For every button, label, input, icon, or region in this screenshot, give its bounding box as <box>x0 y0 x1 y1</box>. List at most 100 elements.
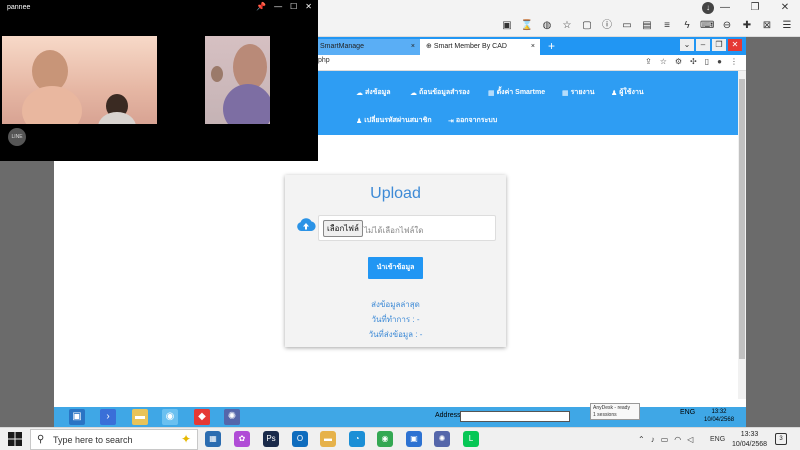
powershell-icon[interactable]: › <box>100 409 116 425</box>
close-icon[interactable]: ✕ <box>305 2 312 11</box>
puzzle-icon[interactable]: ✣ <box>690 57 697 66</box>
new-tab-button[interactable]: + <box>548 39 555 53</box>
anydesk-tooltip: AnyDesk - ready 1 sessions <box>590 403 640 420</box>
microphone-icon[interactable]: ♪ <box>651 435 655 444</box>
chrome-icon[interactable]: ◉ <box>162 409 178 425</box>
menu-icon[interactable]: ☰ <box>780 19 794 33</box>
maximize-icon[interactable]: ☐ <box>290 2 297 11</box>
extension-toolbar: ▣ ⌛ ◍ ☆ ▢ ⓘ ▭ ▤ ≡ ϟ ⌨ ⊖ ✚ ⊠ ☰ <box>500 18 794 34</box>
host-window-controls: — ❐ ✕ <box>710 0 800 16</box>
calculator-icon[interactable]: ▦ <box>205 431 221 447</box>
send-date: วันที่ส่งข้อมูล : - <box>368 330 423 339</box>
tab-label: SmartManage <box>320 43 364 50</box>
computer-icon[interactable]: ▣ <box>69 409 85 425</box>
video-feed-self <box>205 36 270 124</box>
upload-title: Upload <box>370 185 421 202</box>
database-icon[interactable]: ◍ <box>540 19 554 33</box>
chevron-up-icon[interactable]: ⌃ <box>638 435 645 444</box>
anydesk-icon[interactable]: ◆ <box>194 409 210 425</box>
close-icon[interactable]: × <box>411 39 415 55</box>
kebab-menu-icon[interactable]: ⋮ <box>730 57 738 66</box>
nav-change-member-password[interactable]: ♟ เปลี่ยนรหัสผ่านสมาชิก <box>356 115 432 126</box>
close-icon[interactable]: ✕ <box>770 0 800 16</box>
app-icon[interactable]: ✺ <box>434 431 450 447</box>
participant-body <box>223 84 270 124</box>
nav-send-data[interactable]: ☁ ส่งข้อมูล <box>356 87 391 98</box>
restore-icon[interactable]: ❐ <box>712 39 726 51</box>
close-square-icon[interactable]: ⊠ <box>760 19 774 33</box>
close-icon[interactable]: ✕ <box>728 39 742 51</box>
camera-icon[interactable]: ▣ <box>500 19 514 33</box>
windows-start-icon[interactable] <box>8 432 22 446</box>
calendar-icon: ▦ <box>488 89 495 97</box>
taskbar-search-input[interactable]: ⚲ Type here to search ✦ <box>30 429 198 450</box>
photoshop-icon[interactable]: Ps <box>263 431 279 447</box>
clock-time: 13:33 <box>740 431 759 438</box>
outlook-icon[interactable]: O <box>292 431 308 447</box>
sidebar-icon[interactable]: ▯ <box>705 57 709 66</box>
nav-reports[interactable]: ▦ รายงาน <box>562 87 595 98</box>
remote-taskbar: ▣ › ▬ ◉ ◆ ✺ Address ENG 13:32 10/04/2568 <box>54 407 746 427</box>
chevron-down-icon[interactable]: ⌄ <box>680 39 694 51</box>
folder-icon[interactable]: ▬ <box>132 409 148 425</box>
nav-restore-backup[interactable]: ☁ ถ้อนข้อมูลสำรอง <box>410 87 470 98</box>
nav-settings-smartme[interactable]: ▦ ตั้งค่า Smartme <box>488 87 545 98</box>
system-tray: ⌃ ♪ ▭ ◠ ◁ <box>638 435 693 444</box>
minimize-icon[interactable]: — <box>274 2 282 11</box>
tooltip-line: 1 sessions <box>593 412 617 418</box>
network-icon[interactable]: ▭ <box>661 435 669 444</box>
note-icon[interactable]: ▤ <box>640 19 654 33</box>
info-icon[interactable]: ⓘ <box>600 19 614 33</box>
star-icon[interactable]: ☆ <box>560 19 574 33</box>
gear-icon[interactable]: ⚙ <box>675 57 682 66</box>
taskbar-clock[interactable]: 13:33 10/04/2568 <box>732 430 767 450</box>
language-indicator[interactable]: ENG <box>710 436 725 443</box>
share-icon[interactable]: ⇪ <box>645 57 652 66</box>
file-input[interactable]: เลือกไฟล์ ไม่ได้เลือกไฟล์ใด <box>318 215 496 241</box>
choose-file-button[interactable]: เลือกไฟล์ <box>323 220 363 237</box>
volume-icon[interactable]: ◁ <box>687 435 693 444</box>
edge-icon[interactable]: ◔ <box>349 431 365 447</box>
nav-logout[interactable]: ⇥ ออกจากระบบ <box>448 115 497 126</box>
app-icon[interactable]: ✺ <box>224 409 240 425</box>
minimize-icon[interactable]: — <box>710 0 740 16</box>
bolt-icon[interactable]: ϟ <box>680 19 694 33</box>
list-icon[interactable]: ≡ <box>660 19 674 33</box>
chrome-icon[interactable]: ◉ <box>377 431 393 447</box>
keyboard-icon[interactable]: ⌨ <box>700 19 714 33</box>
process-date: วันที่ทำการ : - <box>371 315 420 324</box>
address-label: Address <box>435 412 461 419</box>
wifi-icon[interactable]: ◠ <box>674 435 681 444</box>
copilot-icon[interactable]: ✿ <box>234 431 250 447</box>
star-icon[interactable]: ☆ <box>660 57 667 66</box>
nav-label: ส่งข้อมูล <box>365 89 391 96</box>
grid-icon: ▦ <box>562 89 569 97</box>
tab-smart-member[interactable]: ⊕ Smart Member By CAD × <box>420 39 540 55</box>
scrollbar-thumb[interactable] <box>739 79 745 359</box>
file-status: ไม่ได้เลือกไฟล์ใด <box>364 226 424 235</box>
address-input[interactable] <box>460 411 570 422</box>
minimize-icon[interactable]: – <box>696 39 710 51</box>
page-scrollbar[interactable] <box>738 71 746 399</box>
extension-icon[interactable]: ▢ <box>580 19 594 33</box>
hourglass-icon[interactable]: ⌛ <box>520 19 534 33</box>
pin-icon[interactable]: 📌 <box>256 2 266 11</box>
line-app-icon[interactable]: L <box>463 431 479 447</box>
plus-icon[interactable]: ✚ <box>740 19 754 33</box>
tab-smartmanage[interactable]: SmartManage × <box>314 39 420 55</box>
folder-icon[interactable]: ▬ <box>320 431 336 447</box>
remote-desktop-icon[interactable]: ▣ <box>406 431 422 447</box>
nav-label: ออกจากระบบ <box>455 117 498 124</box>
import-data-button[interactable]: นำเข้าข้อมูล <box>368 257 423 279</box>
remote-time: 13:32 <box>711 409 727 415</box>
minus-icon[interactable]: ⊖ <box>720 19 734 33</box>
remote-lang[interactable]: ENG <box>680 409 695 416</box>
chat-icon[interactable]: ▭ <box>620 19 634 33</box>
tooltip-line: AnyDesk - ready <box>593 405 630 411</box>
close-icon[interactable]: × <box>531 39 535 55</box>
notification-icon[interactable]: 3 <box>775 433 787 445</box>
nav-users[interactable]: ♟ ผู้ใช้งาน <box>611 87 644 98</box>
address-bar-icons: ⇪ ☆ ⚙ ✣ ▯ ● ⋮ <box>645 57 738 66</box>
profile-icon[interactable]: ● <box>717 57 722 66</box>
restore-icon[interactable]: ❐ <box>740 0 770 16</box>
